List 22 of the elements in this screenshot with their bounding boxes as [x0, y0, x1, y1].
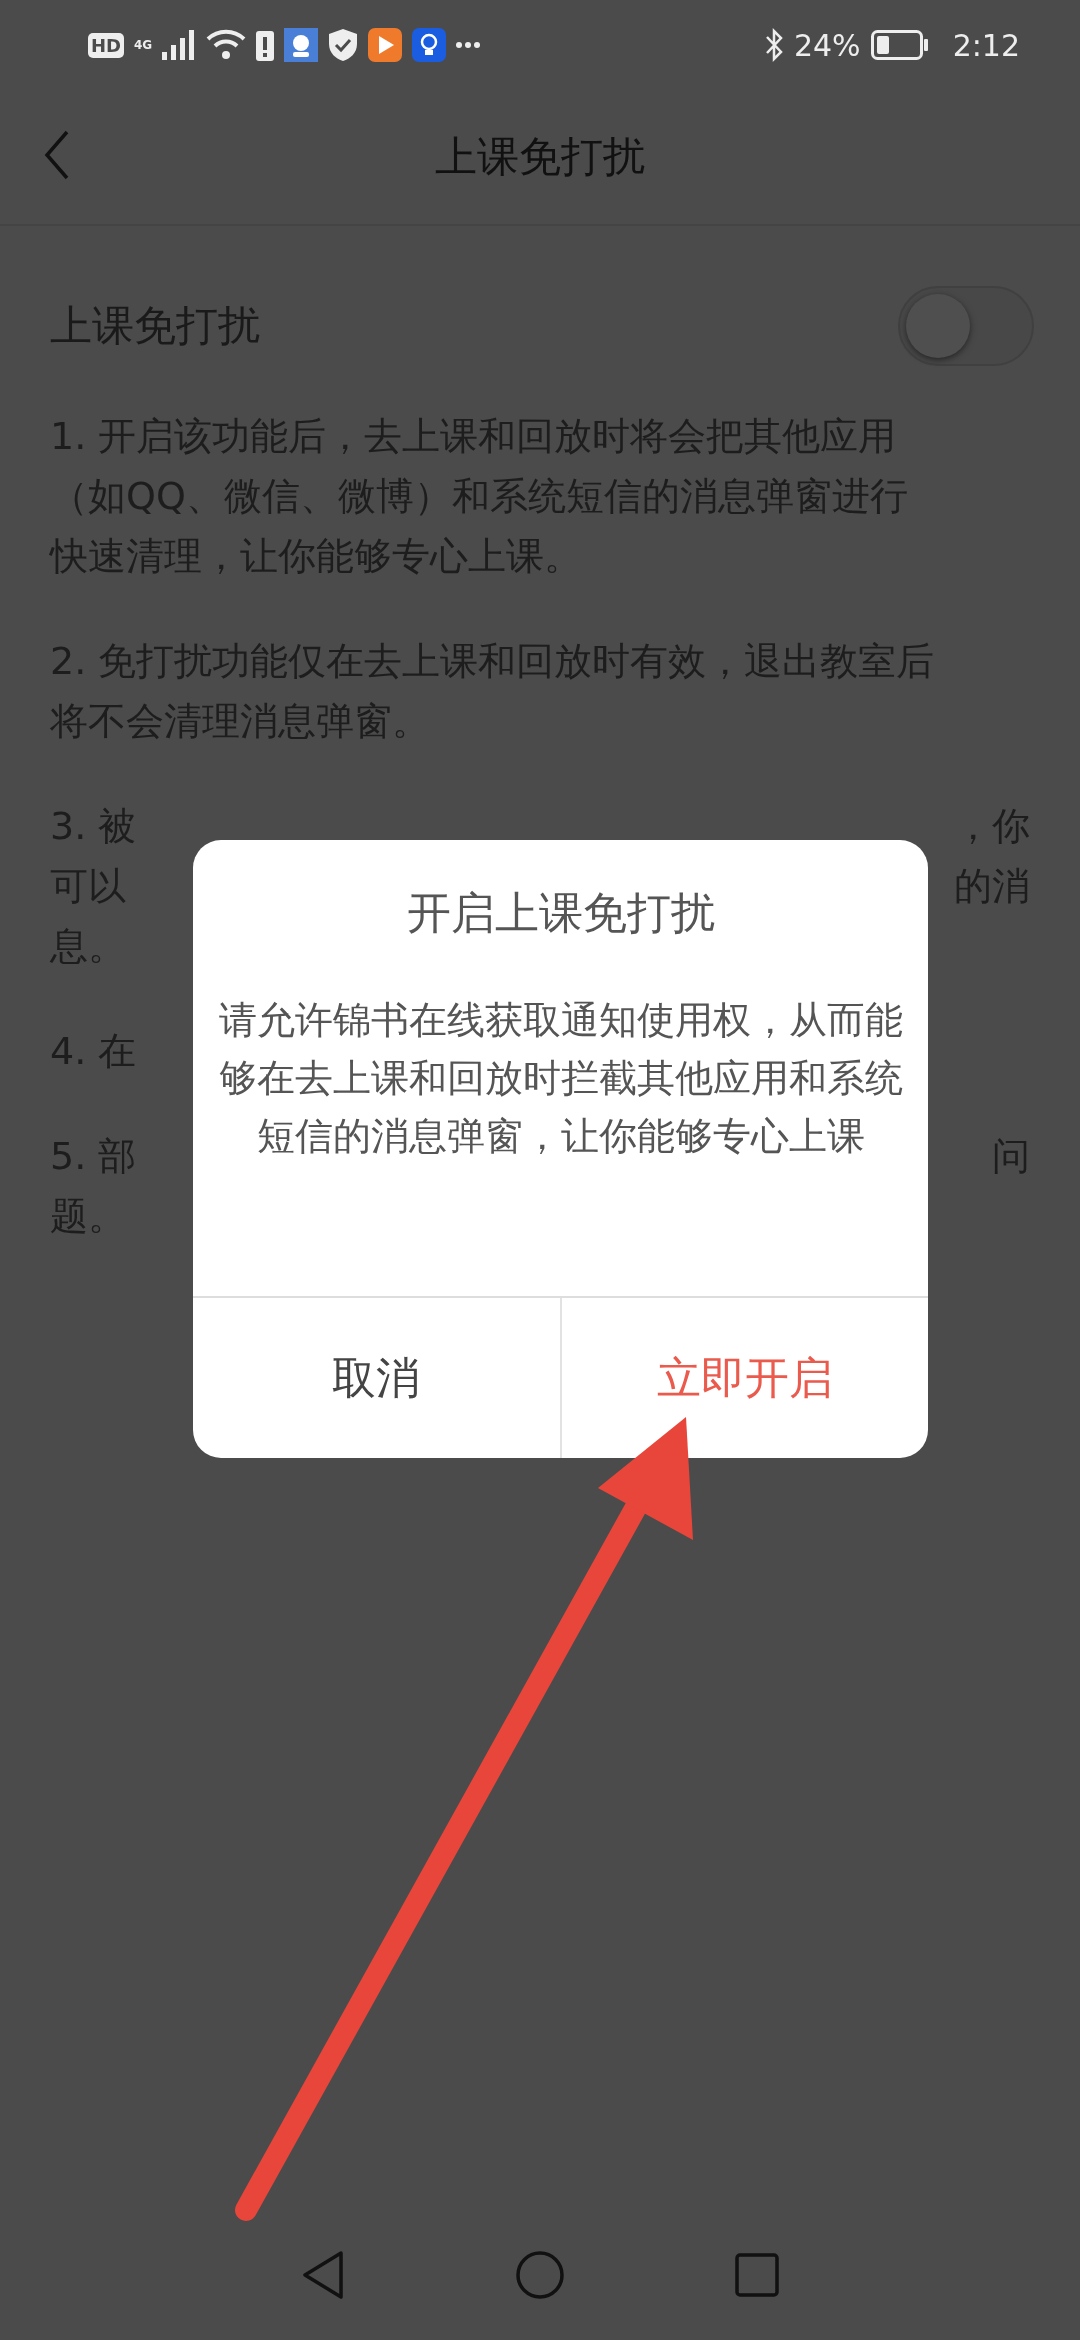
bluetooth-icon: [763, 28, 784, 62]
battery-percent: 24%: [793, 27, 861, 63]
back-nav-icon[interactable]: [301, 2250, 345, 2300]
app-icon: [284, 28, 319, 62]
clock: 2:12: [952, 27, 1020, 63]
hd-badge: HD: [88, 32, 124, 58]
bulb-app-icon: [412, 28, 447, 62]
dialog-title: 开启上课免打扰: [406, 886, 715, 940]
wifi-icon: [206, 29, 247, 61]
home-nav-icon[interactable]: [515, 2250, 565, 2300]
dialog-message: 请允许锦书在线获取通知使用权，从而能够在去上课和回放时拦截其他应用和系统短信的消息弹窗，让你能够专心上课: [217, 997, 904, 1160]
battery-icon: [870, 30, 929, 60]
recents-nav-icon[interactable]: [735, 2253, 779, 2297]
alert-icon: [256, 29, 275, 61]
more-icon: [456, 42, 481, 48]
cancel-button[interactable]: 取消: [193, 1298, 560, 1458]
network-label: 4G: [134, 38, 153, 52]
back-icon[interactable]: [44, 130, 70, 180]
play-app-icon: [368, 28, 403, 62]
signal-icon: [162, 30, 197, 60]
page-title: 上课免打扰: [435, 131, 645, 183]
shield-icon: [328, 28, 359, 62]
